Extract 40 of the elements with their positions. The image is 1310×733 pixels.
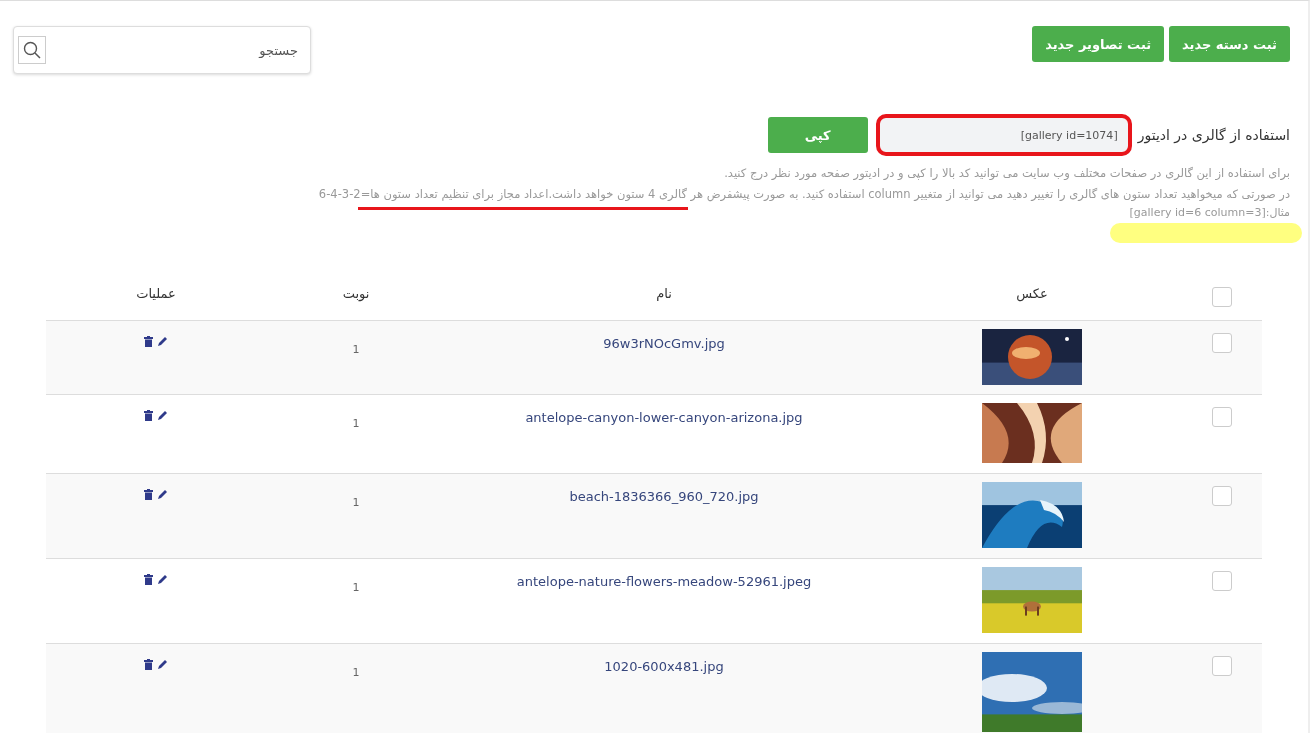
pencil-icon[interactable] (157, 410, 168, 421)
help-text: برای استفاده از این گالری در صفحات مختلف وب سایت می توانید کد بالا را کپی و در ادیتور صفحه مورد نظر درج کنید. (723, 166, 1290, 180)
order-cell-text: 1 (351, 342, 361, 356)
column-header: عملیات (135, 285, 177, 301)
trash-icon[interactable] (144, 336, 153, 347)
checkbox[interactable] (1212, 333, 1232, 353)
pencil-icon[interactable] (157, 574, 168, 585)
file-name: 96w3rNOcGmv.jpg (602, 335, 726, 351)
add-button[interactable]: ثبت دسته جدید (1169, 26, 1290, 62)
add-button[interactable]: ثبت تصاویر جدید (1032, 26, 1165, 62)
help-text: در صورتی که میخواهید تعداد ستون های گالری را تغییر دهید می توانید از متغییر column استفاده کنید. به صورت پیشفرض هر گالری 4 ستون خواهد داشت.اعداد مجاز برای تنظیم تعداد ستون ها=2-3-4-6 (317, 187, 1290, 201)
trash-icon[interactable] (144, 659, 153, 670)
file-name: antelope-canyon-lower-canyon-arizona.jpg (524, 409, 804, 425)
pencil-icon[interactable] (157, 489, 168, 500)
order-cell-text: 1 (351, 416, 361, 430)
embed-label: استفاده از گالری در ادیتور (1137, 127, 1290, 143)
copy-button[interactable]: کپی (767, 117, 868, 153)
search-field[interactable]: جستجو (13, 26, 311, 74)
file-name: antelope-nature-flowers-meadow-52961.jpeg (515, 573, 813, 589)
column-header: نوبت (341, 285, 371, 301)
column-header: نام (655, 285, 673, 301)
pencil-icon[interactable] (157, 336, 168, 347)
search-icon[interactable] (18, 36, 46, 64)
code-field[interactable]: [gallery id=1074] (875, 114, 1132, 156)
checkbox[interactable] (1212, 407, 1232, 427)
example-text: مثال:[gallery id=6 column=3] (1129, 206, 1290, 219)
trash-icon[interactable] (144, 410, 153, 421)
trash-icon[interactable] (144, 489, 153, 500)
order-cell-text: 1 (351, 580, 361, 594)
checkbox[interactable] (1212, 656, 1232, 676)
checkbox[interactable] (1212, 486, 1232, 506)
pencil-icon[interactable] (157, 659, 168, 670)
file-name: 1020-600x481.jpg (603, 658, 725, 674)
column-header: عکس (1015, 285, 1049, 301)
trash-icon[interactable] (144, 574, 153, 585)
order-cell-text: 1 (351, 495, 361, 509)
file-name: beach-1836366_960_720.jpg (568, 488, 760, 504)
order-cell-text: 1 (351, 665, 361, 679)
checkbox[interactable] (1212, 287, 1232, 307)
checkbox[interactable] (1212, 571, 1232, 591)
